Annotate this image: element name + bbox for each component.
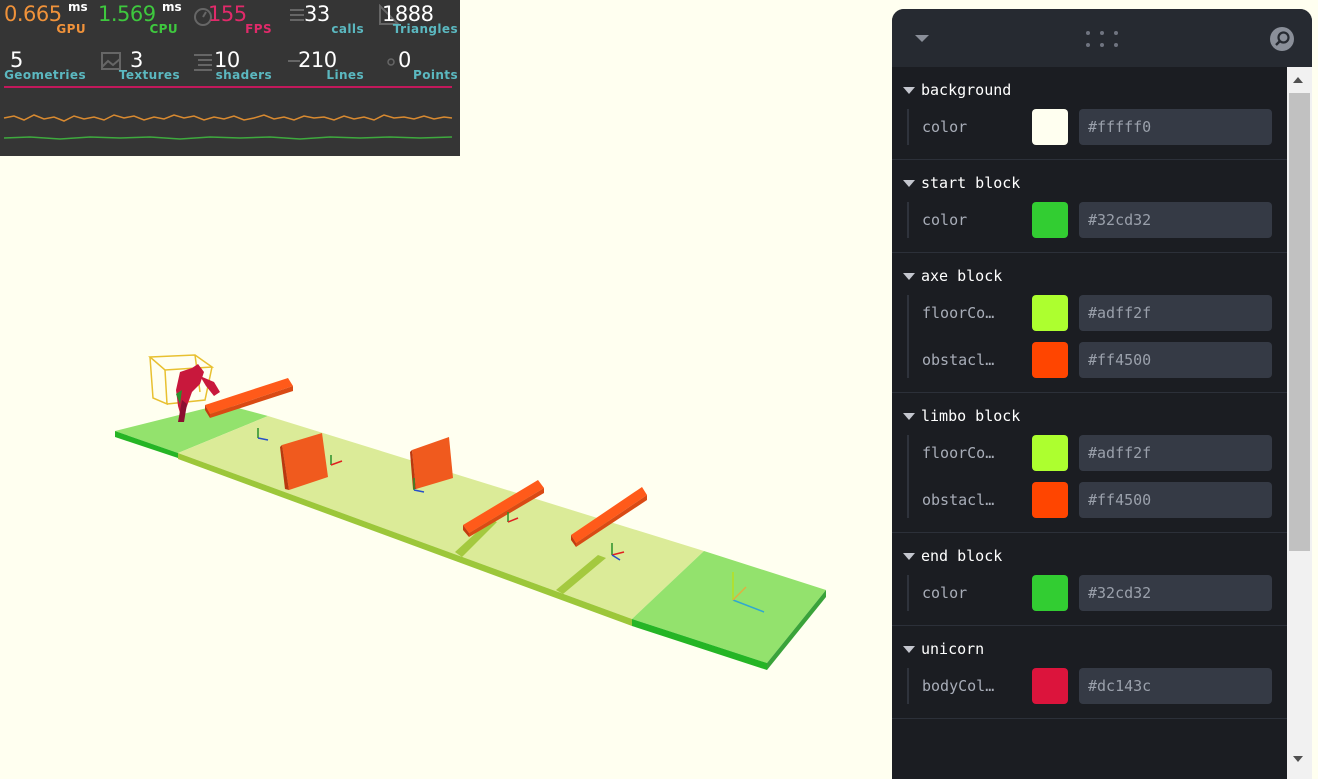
folder-title-text: unicorn — [921, 640, 985, 658]
gpu-unit: ms — [68, 0, 88, 14]
points-value: 0 — [398, 48, 411, 72]
drag-handle-icon[interactable] — [1085, 30, 1119, 48]
performance-stats-panel: 0.665 ms GPU 1.569 ms CPU 155 FPS 33 cal… — [0, 0, 460, 156]
control-label: color — [922, 118, 968, 136]
scroll-up-arrow-icon[interactable] — [1293, 77, 1303, 83]
color-swatch[interactable] — [1032, 575, 1068, 611]
folder-title-text: axe block — [921, 267, 1003, 285]
scroll-thumb[interactable] — [1289, 93, 1310, 551]
gui-folder-list: background color #fffff0 start block color #3… — [892, 67, 1287, 779]
folder-title-background[interactable]: background — [892, 77, 1287, 103]
performance-graph — [3, 86, 453, 140]
cpu-value: 1.569 — [98, 2, 156, 26]
hex-color-input[interactable]: #32cd32 — [1079, 202, 1272, 238]
gpu-value: 0.665 — [4, 2, 62, 26]
calls-label: calls — [331, 22, 364, 36]
hex-color-input[interactable]: #fffff0 — [1079, 109, 1272, 145]
color-control-row: floorCo… #adff2f — [922, 435, 1287, 471]
color-control-row: obstacl… #ff4500 — [922, 482, 1287, 518]
control-label: floorCo… — [922, 304, 995, 322]
hex-color-input[interactable]: #32cd32 — [1079, 575, 1272, 611]
gui-scrollbar[interactable] — [1287, 67, 1312, 779]
cpu-label: CPU — [149, 22, 178, 36]
control-label: obstacl… — [922, 351, 995, 369]
folder-controls: color #32cd32 — [907, 575, 1287, 611]
color-swatch[interactable] — [1032, 295, 1068, 331]
control-label: color — [922, 584, 968, 602]
color-swatch[interactable] — [1032, 482, 1068, 518]
color-control-row: bodyCol… #dc143c — [922, 668, 1287, 704]
folder-controls: bodyCol… #dc143c — [907, 668, 1287, 704]
folder-title-text: start block — [921, 174, 1021, 192]
folder-controls: floorCo… #adff2f obstacl… #ff4500 — [907, 435, 1287, 518]
hex-color-input[interactable]: #ff4500 — [1079, 482, 1272, 518]
folder-background: background color #fffff0 — [892, 67, 1287, 160]
color-control-row: obstacl… #ff4500 — [922, 342, 1287, 378]
hex-color-input[interactable]: #dc143c — [1079, 668, 1272, 704]
fps-stat: 155 FPS — [192, 0, 274, 40]
color-control-row: color #fffff0 — [922, 109, 1287, 145]
folder-title-text: background — [921, 81, 1012, 99]
color-control-row: color #32cd32 — [922, 575, 1287, 611]
hex-color-input[interactable]: #ff4500 — [1079, 342, 1272, 378]
color-swatch[interactable] — [1032, 202, 1068, 238]
hex-color-input[interactable]: #adff2f — [1079, 295, 1272, 331]
collapse-chevron-icon[interactable] — [914, 31, 930, 45]
folder-collapse-caret-icon[interactable] — [903, 180, 915, 187]
gpu-stat: 0.665 ms GPU — [0, 0, 92, 40]
code-lines-icon — [194, 54, 212, 71]
fps-label: FPS — [245, 22, 272, 36]
color-control-row: floorCo… #adff2f — [922, 295, 1287, 331]
search-icon[interactable] — [1269, 26, 1295, 52]
folder-collapse-caret-icon[interactable] — [903, 553, 915, 560]
scroll-down-arrow-icon[interactable] — [1293, 756, 1303, 762]
control-label: floorCo… — [922, 444, 995, 462]
cpu-unit: ms — [162, 0, 182, 14]
hex-color-input[interactable]: #adff2f — [1079, 435, 1272, 471]
folder-collapse-caret-icon[interactable] — [903, 87, 915, 94]
gui-header — [892, 9, 1312, 67]
folder-collapse-caret-icon[interactable] — [903, 646, 915, 653]
fps-value: 155 — [208, 2, 247, 26]
folder-controls: color #32cd32 — [907, 202, 1287, 238]
color-control-row: color #32cd32 — [922, 202, 1287, 238]
folder-title-unicorn[interactable]: unicorn — [892, 636, 1287, 662]
triangles-stat: 1888 Triangles — [378, 0, 460, 40]
control-label: obstacl… — [922, 491, 995, 509]
folder-controls: floorCo… #adff2f obstacl… #ff4500 — [907, 295, 1287, 378]
folder-axe-block: axe block floorCo… #adff2f obstacl… #ff4500 — [892, 253, 1287, 393]
folder-collapse-caret-icon[interactable] — [903, 413, 915, 420]
folder-start-block: start block color #32cd32 — [892, 160, 1287, 253]
folder-controls: color #fffff0 — [907, 109, 1287, 145]
folder-title-end-block[interactable]: end block — [892, 543, 1287, 569]
color-swatch[interactable] — [1032, 668, 1068, 704]
cpu-stat: 1.569 ms CPU — [96, 0, 186, 40]
folder-collapse-caret-icon[interactable] — [903, 273, 915, 280]
control-label: bodyCol… — [922, 677, 995, 695]
folder-end-block: end block color #32cd32 — [892, 533, 1287, 626]
calls-stat: 33 calls — [288, 0, 366, 40]
color-swatch[interactable] — [1032, 435, 1068, 471]
color-swatch[interactable] — [1032, 109, 1068, 145]
gpu-label: GPU — [56, 22, 86, 36]
control-label: color — [922, 211, 968, 229]
color-swatch[interactable] — [1032, 342, 1068, 378]
controls-gui-panel: background color #fffff0 start block color #3… — [892, 9, 1312, 779]
triangles-label: Triangles — [392, 22, 458, 36]
folder-title-limbo-block[interactable]: limbo block — [892, 403, 1287, 429]
folder-title-axe-block[interactable]: axe block — [892, 263, 1287, 289]
folder-title-text: end block — [921, 547, 1003, 565]
folder-unicorn: unicorn bodyCol… #dc143c — [892, 626, 1287, 719]
calls-value: 33 — [304, 2, 330, 26]
folder-title-start-block[interactable]: start block — [892, 170, 1287, 196]
folder-title-text: limbo block — [921, 407, 1021, 425]
folder-limbo-block: limbo block floorCo… #adff2f obstacl… #ff450… — [892, 393, 1287, 533]
